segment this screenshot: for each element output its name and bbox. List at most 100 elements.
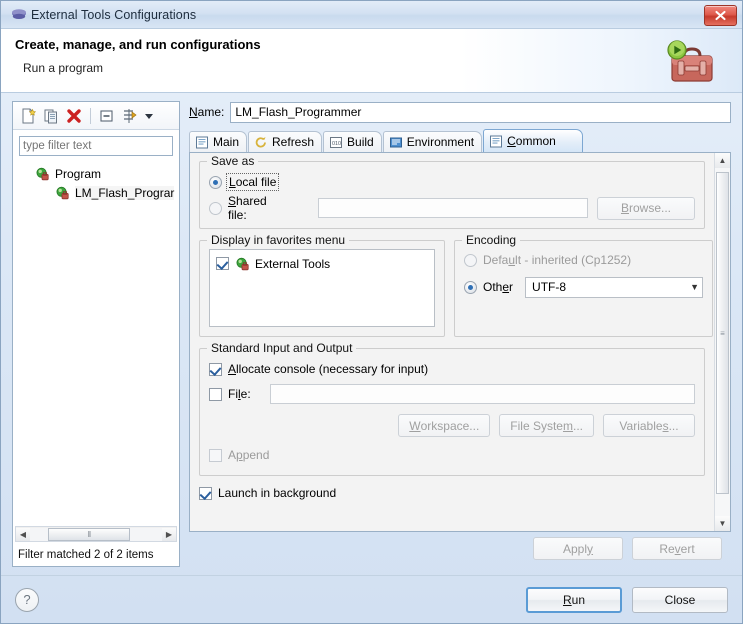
name-label: Name: xyxy=(189,105,225,119)
tree-item-lm-flash-programmer[interactable]: LM_Flash_Prograr xyxy=(13,183,179,202)
append-checkbox[interactable] xyxy=(209,448,222,462)
encoding-group-label: Encoding xyxy=(462,233,521,247)
file-checkbox[interactable] xyxy=(209,387,222,401)
tab-strip: Main Refresh 010 Build Environment Commo… xyxy=(189,129,731,152)
configurations-tree[interactable]: Program LM_Flash_Prograr xyxy=(13,156,179,526)
filter-status: Filter matched 2 of 2 items xyxy=(13,544,179,566)
page-subtitle: Run a program xyxy=(23,61,104,75)
scroll-down-icon[interactable]: ▼ xyxy=(715,516,730,531)
collapse-all-icon[interactable] xyxy=(97,106,117,126)
common-tab-scrollbar[interactable]: ▲ ≡ ▼ xyxy=(714,153,730,531)
encoding-combo-value: UTF-8 xyxy=(532,280,567,294)
tab-environment[interactable]: Environment xyxy=(382,131,483,152)
tab-label: Refresh xyxy=(272,135,315,149)
new-configuration-icon[interactable] xyxy=(18,106,38,126)
filter-input[interactable] xyxy=(19,136,173,156)
dialog-footer: ? Run Close xyxy=(1,575,742,623)
tab-label: Main xyxy=(213,135,240,149)
dialog-body: Program LM_Flash_Prograr ◀ xyxy=(1,93,742,575)
workspace-button[interactable]: Workspace... xyxy=(398,414,491,437)
tree-item-label: LM_Flash_Prograr xyxy=(75,185,175,200)
environment-tab-icon xyxy=(389,136,403,149)
encoding-default-radio[interactable] xyxy=(464,253,477,267)
delete-configuration-icon[interactable] xyxy=(64,106,84,126)
allocate-console-checkbox[interactable] xyxy=(209,362,222,376)
tab-build[interactable]: 010 Build xyxy=(323,131,382,152)
tab-label: Environment xyxy=(406,135,475,149)
hscroll-track[interactable]: ‖ xyxy=(30,527,162,541)
local-file-radio[interactable] xyxy=(209,175,222,189)
encoding-combo[interactable]: UTF-8 ▼ xyxy=(525,276,704,298)
file-label: File: xyxy=(228,387,251,401)
shared-file-label: Shared file: xyxy=(228,194,267,222)
tree-horizontal-scrollbar[interactable]: ◀ ‖ ▶ xyxy=(15,526,177,542)
local-file-row[interactable]: Local file xyxy=(209,171,695,193)
tab-common[interactable]: Common xyxy=(483,129,583,152)
file-system-button[interactable]: File Syste m... xyxy=(499,414,594,437)
launch-in-background-row[interactable]: Launch in background xyxy=(199,482,705,504)
configuration-name-input[interactable] xyxy=(230,101,731,123)
configurations-toolbar xyxy=(13,102,179,130)
vscroll-track[interactable]: ≡ xyxy=(715,168,730,516)
program-config-icon xyxy=(35,167,50,181)
allocate-console-label: Allocate console (necessary for input) xyxy=(228,362,429,376)
encoding-other-label: Other xyxy=(483,280,514,294)
vscroll-thumb[interactable]: ≡ xyxy=(716,172,729,494)
shared-file-path-input[interactable] xyxy=(317,198,588,218)
close-icon xyxy=(715,10,726,21)
common-tab-content: Save as Local file Shared file: Browse..… xyxy=(190,153,714,531)
file-path-input[interactable] xyxy=(270,384,695,404)
shared-file-row[interactable]: Shared file: Browse... xyxy=(209,194,695,222)
build-tab-icon: 010 xyxy=(329,136,343,149)
program-config-icon xyxy=(55,186,70,200)
apply-button[interactable]: Appl y xyxy=(533,537,623,560)
variables-button[interactable]: Variable s... xyxy=(603,414,695,437)
apply-revert-row: Appl y Re v ert xyxy=(189,532,731,567)
chevron-down-icon[interactable] xyxy=(143,106,155,126)
file-source-buttons: Workspace... File Syste m... Variable s... xyxy=(209,414,695,437)
encoding-other-radio[interactable] xyxy=(464,280,477,294)
save-as-group-label: Save as xyxy=(207,154,259,168)
encoding-other-row[interactable]: Other UTF-8 ▼ xyxy=(464,276,704,298)
append-label: Append xyxy=(228,448,270,462)
encoding-default-row[interactable]: Default - inherited (Cp1252) xyxy=(464,249,703,271)
scroll-up-icon[interactable]: ▲ xyxy=(715,153,730,168)
close-button-footer[interactable]: Close xyxy=(632,586,728,613)
tab-refresh[interactable]: Refresh xyxy=(248,131,323,152)
run-button[interactable]: Run xyxy=(526,586,622,613)
hscroll-thumb[interactable]: ‖ xyxy=(48,527,131,541)
tab-label: Build xyxy=(347,135,374,149)
common-tab-panel: Save as Local file Shared file: Browse..… xyxy=(189,152,731,532)
browse-button[interactable]: Browse... xyxy=(597,196,695,220)
configurations-pane: Program LM_Flash_Prograr ◀ xyxy=(12,101,180,567)
main-tab-icon xyxy=(195,136,209,149)
favorites-group-label: Display in favorites menu xyxy=(207,233,350,247)
filter-launch-configurations-icon[interactable] xyxy=(120,106,140,126)
revert-button[interactable]: Re v ert xyxy=(632,537,722,560)
favorites-group: Display in favorites menu External Tools xyxy=(199,233,445,337)
shared-file-radio[interactable] xyxy=(209,201,222,215)
close-button[interactable] xyxy=(704,5,737,26)
scroll-right-icon[interactable]: ▶ xyxy=(162,527,176,541)
allocate-console-row[interactable]: Allocate console (necessary for input) xyxy=(209,358,695,380)
refresh-tab-icon xyxy=(254,136,268,149)
favorites-listbox[interactable]: External Tools xyxy=(209,249,435,327)
standard-io-group: Standard Input and Output Allocate conso… xyxy=(199,341,705,476)
tree-item-program[interactable]: Program xyxy=(13,164,179,183)
tree-item-label: Program xyxy=(55,166,102,181)
help-icon[interactable]: ? xyxy=(15,587,39,612)
external-tools-checkbox[interactable] xyxy=(216,257,229,270)
tab-main[interactable]: Main xyxy=(189,131,248,152)
external-tools-icon xyxy=(235,257,250,271)
encoding-group: Encoding Default - inherited (Cp1252) Ot… xyxy=(454,233,714,337)
standard-io-group-label: Standard Input and Output xyxy=(207,341,357,355)
filter-box xyxy=(19,136,173,156)
duplicate-configuration-icon[interactable] xyxy=(41,106,61,126)
favorites-item-external-tools[interactable]: External Tools xyxy=(210,254,434,273)
launch-in-background-checkbox[interactable] xyxy=(199,486,212,500)
append-row[interactable]: Append xyxy=(209,444,695,466)
name-row: Name: xyxy=(189,101,731,123)
file-row[interactable]: File: xyxy=(209,383,695,405)
toolbox-run-icon xyxy=(658,39,720,87)
scroll-left-icon[interactable]: ◀ xyxy=(16,527,30,541)
